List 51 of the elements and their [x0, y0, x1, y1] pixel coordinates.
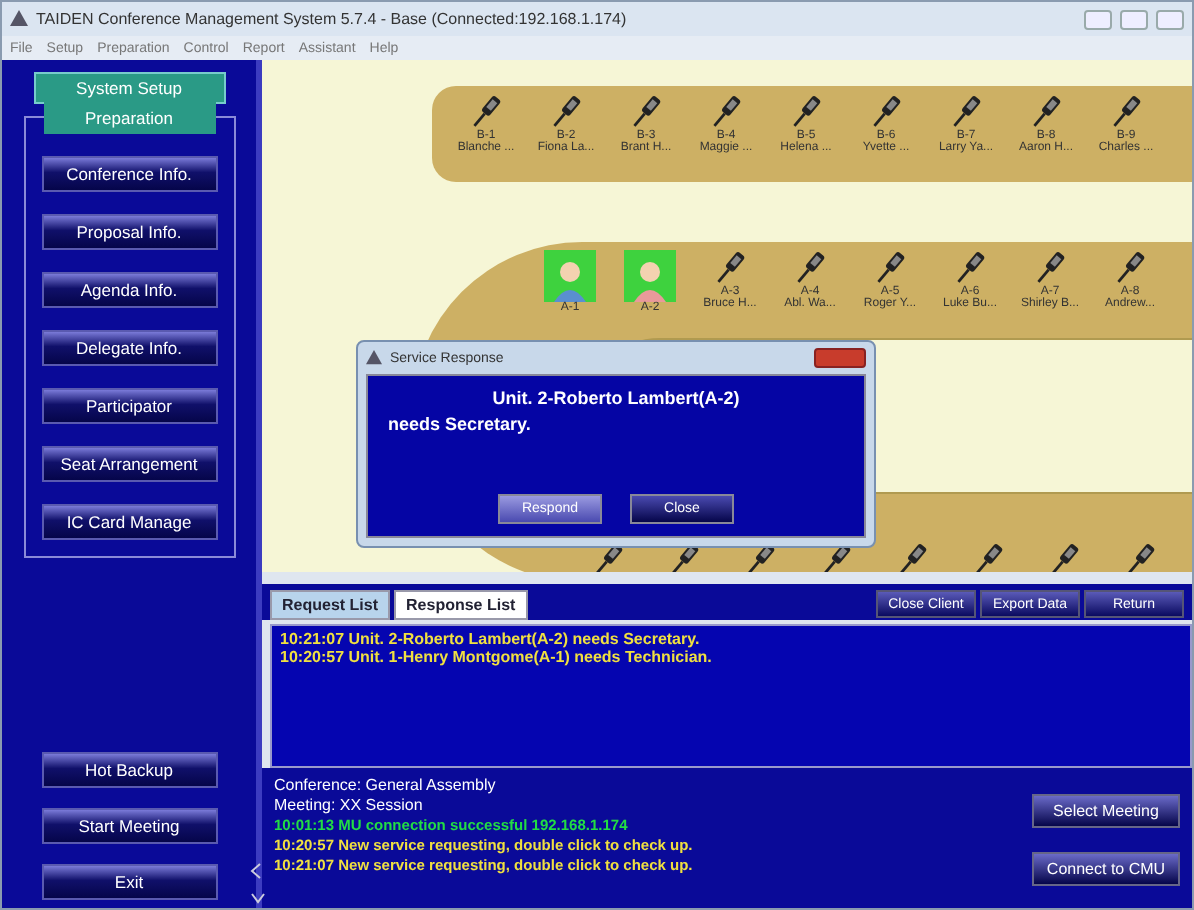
microphone-icon	[550, 94, 582, 130]
close-button[interactable]	[814, 348, 866, 368]
request-entry[interactable]: 10:20:57 Unit. 1-Henry Montgome(A-1) needs Technician.	[280, 648, 1182, 666]
microphone-icon	[1048, 542, 1080, 572]
sidebar-button[interactable]: IC Card Manage	[41, 504, 217, 540]
microphone-icon	[1030, 94, 1062, 130]
sidebar-button[interactable]: Start Meeting	[41, 808, 217, 844]
conference-label: Conference: General Assembly	[274, 776, 498, 794]
microphone-icon	[790, 94, 822, 130]
maximize-button[interactable]	[1120, 9, 1148, 29]
close-button[interactable]	[1156, 9, 1184, 29]
microphone-icon	[714, 250, 746, 286]
list-tab[interactable]: Response List	[394, 590, 528, 620]
request-entry[interactable]: 10:21:07 Unit. 2-Roberto Lambert(A-2) needs Secretary.	[280, 630, 1182, 648]
list-tab[interactable]: Request List	[270, 590, 391, 620]
sidebar-button[interactable]: Seat Arrangement	[41, 446, 217, 482]
minimize-button[interactable]	[1084, 9, 1112, 29]
microphone-icon	[710, 94, 742, 130]
microphone-icon	[1110, 94, 1142, 130]
sidebar-button[interactable]: Participator	[41, 388, 217, 424]
window-title: TAIDEN Conference Management System 5.7.4 - Base (Connected:192.168.1.174)	[36, 10, 629, 28]
status-button[interactable]: Select Meeting	[1032, 794, 1180, 828]
meeting-label: Meeting: XX Session	[274, 796, 425, 814]
sidebar-button[interactable]: Exit	[41, 864, 217, 900]
app-logo-icon	[366, 350, 382, 366]
microphone-icon	[794, 250, 826, 286]
chevron-left-icon[interactable]	[250, 862, 262, 880]
delegate-avatar[interactable]	[544, 250, 596, 302]
sidebar-button[interactable]: Agenda Info.	[41, 272, 217, 308]
microphone-icon	[954, 250, 986, 286]
microphone-icon	[1114, 250, 1146, 286]
dialog-message: Unit. 2-Roberto Lambert(A-2)	[490, 388, 742, 408]
sidebar-button[interactable]: Hot Backup	[41, 752, 217, 788]
microphone-icon	[896, 542, 928, 572]
microphone-icon	[630, 94, 662, 130]
sidebar-button[interactable]: Proposal Info.	[41, 214, 217, 250]
microphone-icon	[870, 94, 902, 130]
delegate-avatar[interactable]	[624, 250, 676, 302]
microphone-icon	[972, 542, 1004, 572]
microphone-icon	[470, 94, 502, 130]
app-logo-icon	[10, 10, 28, 28]
microphone-icon	[1124, 542, 1156, 572]
sidebar-button[interactable]: Conference Info.	[41, 156, 217, 192]
chevron-down-icon[interactable]	[250, 892, 266, 904]
sidebar-button[interactable]: Delegate Info.	[41, 330, 217, 366]
group-title: Preparation	[43, 102, 215, 134]
microphone-icon	[1034, 250, 1066, 286]
status-button[interactable]: Connect to CMU	[1032, 852, 1180, 886]
dialog-message: needs Secretary.	[388, 414, 533, 434]
microphone-icon	[874, 250, 906, 286]
microphone-icon	[950, 94, 982, 130]
